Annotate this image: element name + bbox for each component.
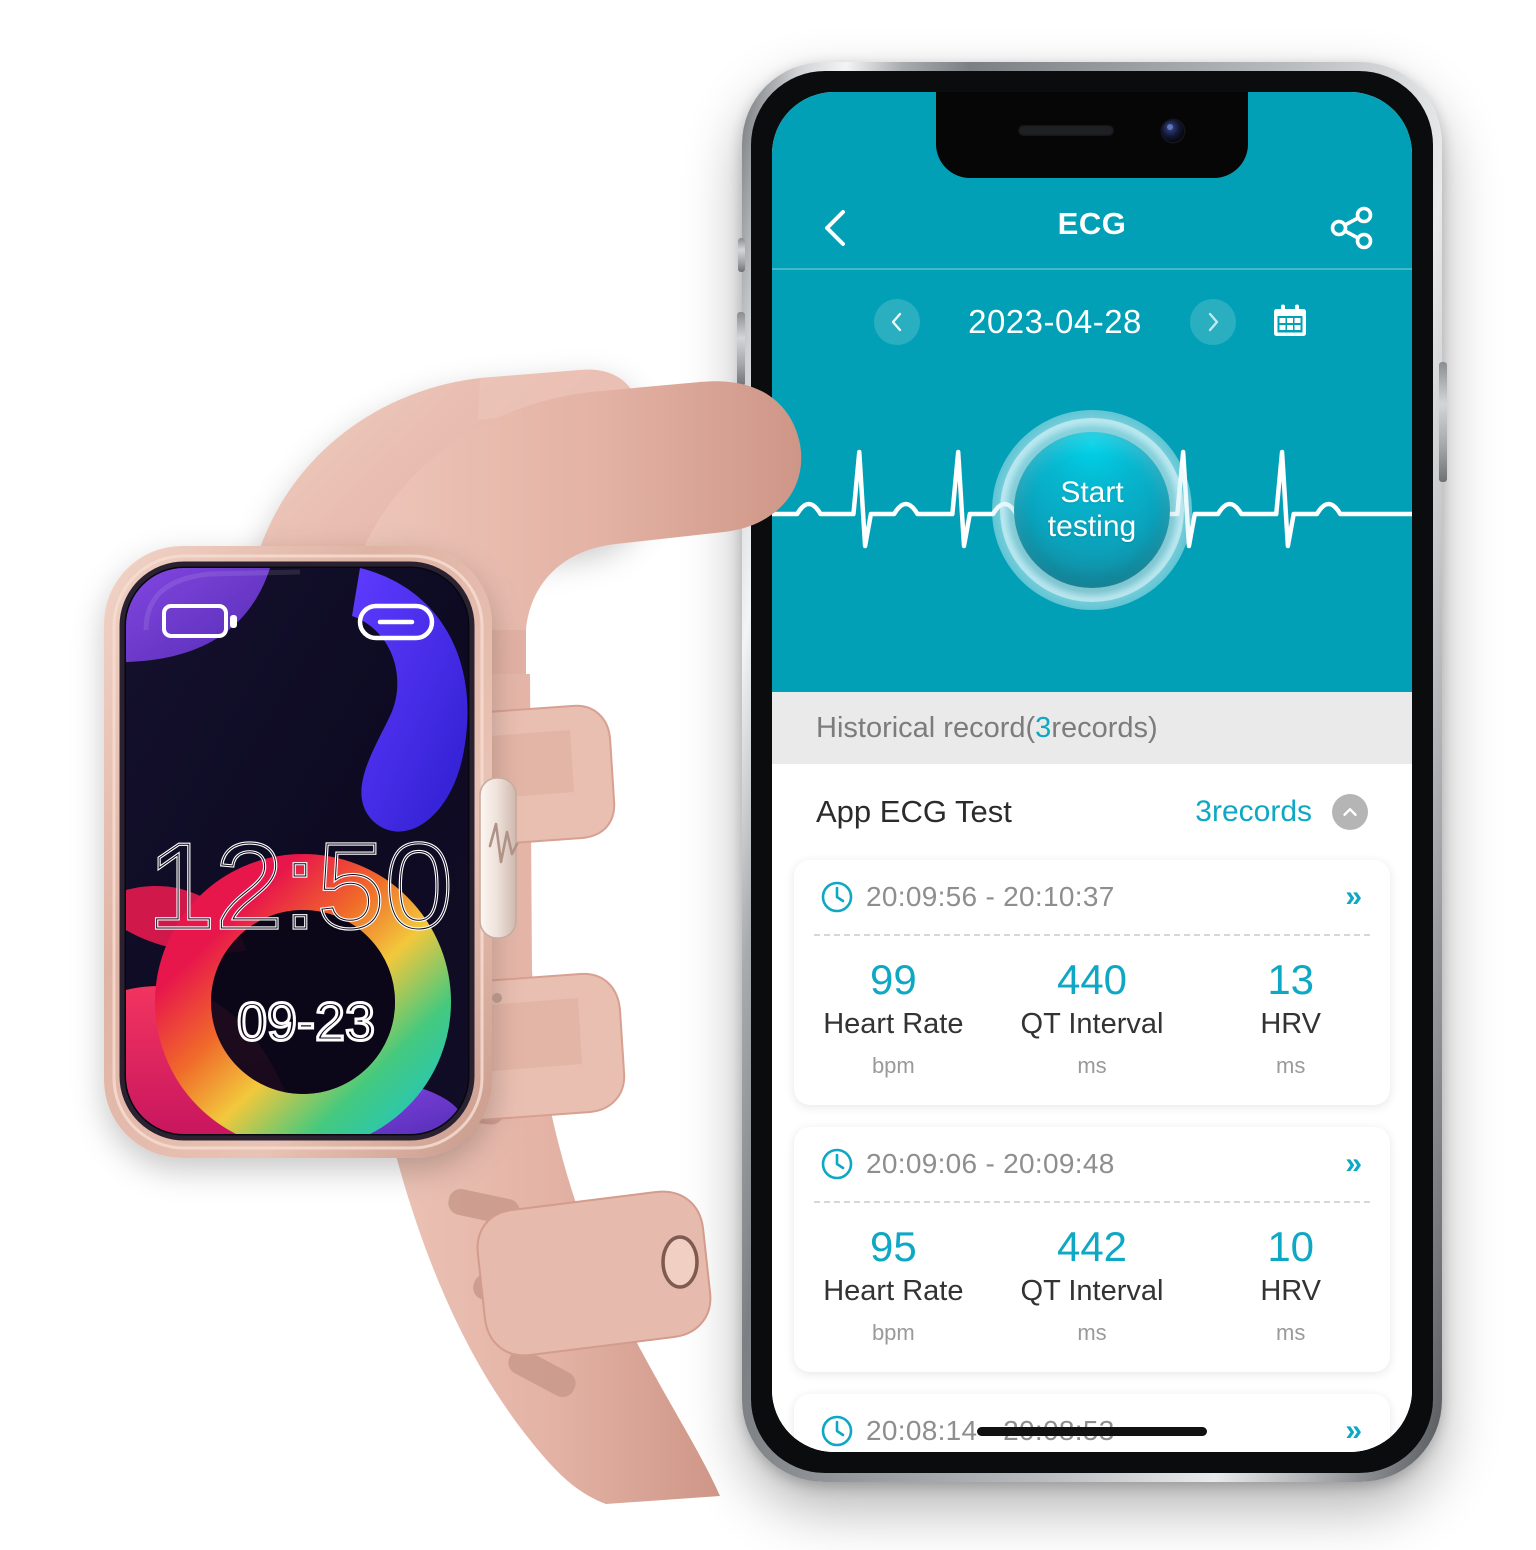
metric-label: QT Interval — [1020, 1275, 1164, 1308]
metric-label: QT Interval — [1020, 1008, 1164, 1041]
metric-label: HRV — [1260, 1275, 1322, 1308]
start-button-line2: testing — [1047, 510, 1137, 543]
metric-unit: ms — [1276, 1053, 1306, 1079]
page-title: ECG — [1057, 206, 1127, 241]
metric-unit: ms — [1077, 1053, 1107, 1079]
metric-unit: ms — [1276, 1320, 1306, 1346]
watch-microphone-hole — [492, 993, 502, 1003]
start-button-line1: Start — [1060, 476, 1124, 510]
share-icon[interactable] — [1328, 204, 1376, 252]
phone-power-button[interactable] — [1439, 362, 1447, 482]
record-detail-button[interactable]: » — [1345, 880, 1364, 914]
metric-label: HRV — [1260, 1008, 1322, 1041]
svg-text:12:50: 12:50 — [147, 818, 452, 954]
metric-value: 440 — [1056, 956, 1128, 1003]
phone-notch — [936, 92, 1248, 178]
watch-date: 09-23 — [237, 992, 375, 1052]
metric-value: 10 — [1267, 1223, 1315, 1271]
hist-count: 3 — [1035, 711, 1052, 744]
record-group-count: 3records — [1195, 795, 1312, 828]
metric-qt-interval: 442 QT Interval ms — [993, 1223, 1192, 1346]
metric-hrv: 10 HRV ms — [1191, 1223, 1390, 1346]
earpiece-speaker — [1018, 125, 1114, 136]
hist-suffix: records) — [1051, 711, 1158, 744]
calendar-icon[interactable] — [1270, 302, 1310, 342]
watch-screen: 12:50 12:50 09-23 — [119, 561, 475, 1141]
record-detail-button[interactable]: » — [1345, 1414, 1364, 1448]
metric-value: 442 — [1056, 1223, 1128, 1271]
start-testing-button[interactable]: Start testing — [1014, 432, 1170, 588]
smartwatch-device: 12:50 12:50 09-23 — [60, 330, 940, 1550]
front-camera — [1162, 120, 1184, 142]
home-indicator[interactable] — [977, 1427, 1207, 1436]
metric-value: 13 — [1267, 956, 1315, 1003]
metric-qt-interval: 440 QT Interval ms — [993, 956, 1192, 1079]
phone-mute-switch[interactable] — [738, 238, 745, 272]
app-navbar: ECG — [772, 188, 1412, 268]
record-detail-button[interactable]: » — [1345, 1147, 1364, 1181]
chevron-up-icon[interactable] — [1332, 794, 1368, 830]
watch-pin-buckle — [476, 1190, 712, 1357]
selected-date[interactable]: 2023-04-28 — [940, 303, 1170, 341]
metric-unit: ms — [1077, 1320, 1107, 1346]
date-next-button[interactable] — [1190, 299, 1236, 345]
navbar-divider — [772, 268, 1412, 270]
metric-hrv: 13 HRV ms — [1191, 956, 1390, 1079]
start-testing-button-wrap: Start testing — [992, 410, 1192, 610]
